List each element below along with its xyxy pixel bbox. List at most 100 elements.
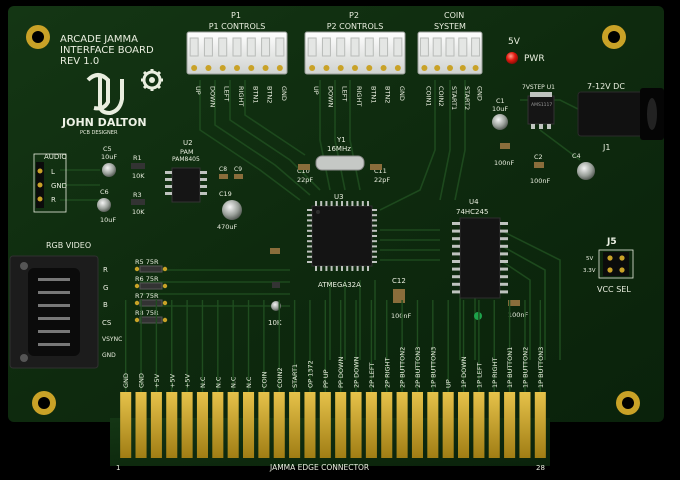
u3-pin xyxy=(372,235,377,237)
p2-header-slot xyxy=(307,37,317,57)
edge-finger xyxy=(365,392,377,458)
u4-pin xyxy=(452,282,460,286)
p1-header-pin xyxy=(262,65,269,71)
u3-body xyxy=(311,205,373,267)
edge-finger xyxy=(473,392,485,458)
j5-ref: J5 xyxy=(606,237,617,247)
p1-header-slot xyxy=(189,37,199,57)
mounting-hole-br-center xyxy=(622,397,634,409)
c6-ref: C6 xyxy=(100,188,109,196)
p2-header-pin xyxy=(323,65,330,71)
y1-ref: Y1 xyxy=(336,136,346,144)
u3-pin xyxy=(372,209,377,211)
video-resistor-pad xyxy=(162,283,168,289)
edge-finger xyxy=(381,392,393,458)
coin-pin-label: COIN2 xyxy=(437,86,445,107)
u4-buffer-chip xyxy=(452,217,508,299)
edge-title: JAMMA EDGE CONNECTOR xyxy=(269,463,369,472)
edge-pin-label: START1 xyxy=(291,364,299,388)
mounting-hole-tr-center xyxy=(608,31,620,43)
u3-pin xyxy=(351,201,354,206)
edge-pin-label: 1P BUTTON1 xyxy=(506,347,514,388)
u4-pin xyxy=(452,290,460,294)
p1-header-slot xyxy=(275,37,285,57)
title-line-3: REV 1.0 xyxy=(60,56,99,67)
r10-resistor xyxy=(272,282,280,288)
u4-pin xyxy=(500,290,508,294)
p1-header-slot xyxy=(261,37,271,57)
p1-header-pin xyxy=(191,65,198,71)
c11-value: 22pF xyxy=(374,176,390,184)
edge-finger xyxy=(504,392,516,458)
coin-header-pin xyxy=(421,65,428,71)
u3-pin xyxy=(320,266,323,271)
video-pin-cs: CS xyxy=(102,319,112,327)
edge-pin-label: +5V xyxy=(153,373,161,388)
u3-pin xyxy=(361,201,364,206)
r3-resistor xyxy=(131,199,145,205)
video-resistor-label: R6 75R xyxy=(135,275,159,283)
p1-header-slot xyxy=(203,37,213,57)
edge-pin-label: +5V xyxy=(184,373,192,388)
u4-pin xyxy=(500,260,508,263)
edge-pin-label: 2P BUTTON3 xyxy=(414,347,422,388)
video-title: RGB VIDEO xyxy=(46,241,91,250)
c3-capacitor xyxy=(500,143,510,149)
p2-header-slot xyxy=(379,37,389,57)
audio-pin-label-r: R xyxy=(51,196,56,204)
u3-pin xyxy=(361,266,364,271)
u3-pin xyxy=(307,261,312,263)
edge-pin-label: PP UP xyxy=(322,369,330,388)
p2-header-slot xyxy=(364,37,374,57)
audio-title: AUDIO xyxy=(44,153,67,161)
power-pwr-label: PWR xyxy=(524,54,545,64)
mcu-decoupling-cap xyxy=(270,248,280,254)
u3-pin xyxy=(307,219,312,222)
edge-pin-first: 1 xyxy=(116,464,120,472)
c9-capacitor xyxy=(234,174,243,179)
u4-body xyxy=(459,217,501,299)
j5-label: VCC SEL xyxy=(597,285,631,294)
j5-opt-a: 5V xyxy=(586,256,593,262)
p1-pin-label: BTN1 xyxy=(251,86,259,103)
c5-value: 10uF xyxy=(101,153,117,161)
u4-pin xyxy=(452,222,460,225)
c19-value: 470uF xyxy=(217,223,238,231)
edge-pin-last: 28 xyxy=(536,464,545,472)
p1-pin-label: RIGHT xyxy=(237,86,245,106)
c12-value: 100nF xyxy=(391,312,412,320)
mounting-hole-tl-center xyxy=(32,31,44,43)
u3-pin xyxy=(372,250,377,253)
c2-value: 100nF xyxy=(530,177,551,185)
edge-finger xyxy=(166,392,178,458)
edge-finger xyxy=(458,392,470,458)
u3-pin xyxy=(315,266,317,271)
u3-pin xyxy=(341,201,343,206)
edge-pin-label: COIN2 xyxy=(276,367,284,388)
p2-pin-label: BTN1 xyxy=(369,86,377,103)
regulator-part: AMS1117 xyxy=(531,102,552,108)
edge-pin-label: PP DOWN xyxy=(337,357,345,388)
j5-opt-b: 3.3V xyxy=(583,268,596,274)
u2-part: PAM8405 xyxy=(172,156,200,163)
c5-capacitor xyxy=(102,163,116,177)
c1-value: 10uF xyxy=(492,105,508,113)
u3-pin xyxy=(367,266,369,271)
u4-pin xyxy=(500,282,508,286)
c2-capacitor xyxy=(534,162,544,168)
video-resistor-pad xyxy=(134,300,140,306)
video-resistor-pad xyxy=(134,283,140,289)
gear-icon xyxy=(141,69,163,91)
u3-ref: U3 xyxy=(334,193,344,201)
j5-header[interactable] xyxy=(603,252,629,276)
r1-ref: R1 xyxy=(133,154,142,162)
edge-finger xyxy=(243,392,255,458)
c4-ref: C4 xyxy=(572,152,581,160)
edge-pin-label: UP xyxy=(445,379,453,388)
u3-pin xyxy=(325,266,328,271)
edge-finger xyxy=(335,392,347,458)
c11-capacitor xyxy=(370,164,382,170)
u4-ref: U4 xyxy=(469,198,479,206)
edge-finger xyxy=(258,392,270,458)
u3-pin xyxy=(372,224,377,227)
